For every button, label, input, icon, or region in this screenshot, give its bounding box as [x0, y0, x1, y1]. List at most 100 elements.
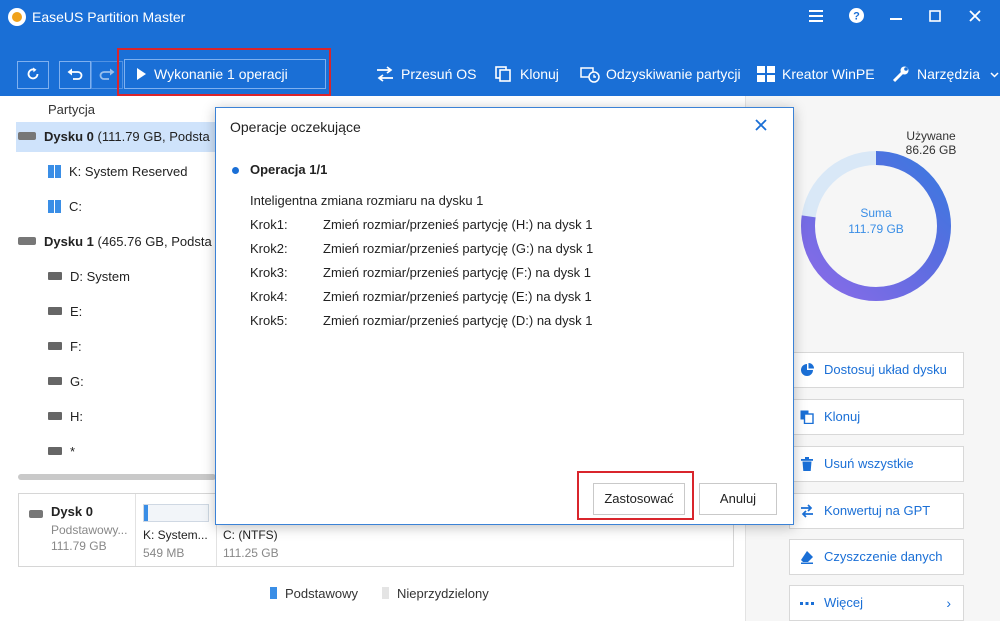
partition-row-d[interactable]: D: System [16, 262, 216, 292]
partition-row-f[interactable]: F: [16, 332, 216, 362]
tools-menu-button[interactable]: Narzędzia [891, 62, 999, 86]
step-text: Zmień rozmiar/przenieś partycję (G:) na … [323, 241, 594, 256]
used-label: Używane [906, 129, 956, 143]
step-text: Zmień rozmiar/przenieś partycję (H:) na … [323, 217, 593, 232]
disk-row-1[interactable]: Dysku 1 (465.76 GB, Podsta [16, 227, 216, 257]
maximize-icon[interactable] [920, 4, 950, 30]
move-os-button[interactable]: Przesuń OS [375, 62, 476, 86]
dialog-close-icon[interactable] [751, 115, 771, 135]
operation-header: Operacja 1/1 [250, 162, 328, 177]
legend-label: Nieprzydzielony [397, 586, 489, 601]
horizontal-scrollbar[interactable] [18, 474, 216, 480]
disk-map-partition-size: 111.25 GB [223, 546, 279, 560]
more-icon [800, 602, 814, 605]
action-label: Klonuj [824, 409, 861, 424]
partition-row-c[interactable]: C: [16, 192, 216, 222]
partition-label: G: [70, 374, 84, 389]
winpe-icon [757, 66, 775, 82]
partition-label: C: [69, 199, 82, 214]
legend-unallocated: Nieprzydzielony [382, 586, 489, 601]
convert-icon [801, 504, 813, 518]
disk-map-name: Dysk 0 [51, 504, 93, 519]
disk-map-size: 111.79 GB [51, 539, 107, 553]
pending-operations-dialog: Operacje oczekujące Operacja 1/1 Intelig… [215, 107, 794, 525]
trash-icon [801, 457, 813, 471]
partition-recovery-button[interactable]: Odzyskiwanie partycji [580, 62, 741, 86]
disk-map-partition-size: 549 MB [143, 546, 185, 560]
clone-icon [800, 410, 814, 424]
menu-icon[interactable] [801, 4, 831, 30]
step-label: Krok2: [250, 241, 288, 256]
partition-row-k[interactable]: K: System Reserved [16, 157, 216, 187]
step-label: Krok1: [250, 217, 288, 232]
windows-icon [48, 165, 61, 178]
partition-icon [48, 307, 62, 315]
disk-row-0[interactable]: Dysku 0 (111.79 GB, Podsta [16, 122, 216, 152]
app-title: EaseUS Partition Master [32, 9, 186, 25]
disk-name: Dysku 1 [44, 234, 94, 249]
clone-icon [495, 66, 511, 82]
partition-icon [48, 447, 62, 455]
disk-map-partition-name: K: System... [143, 528, 208, 542]
clone-toolbar-button[interactable]: Klonuj [494, 62, 559, 86]
clone-action-button[interactable]: Klonuj [789, 399, 964, 435]
partition-icon [48, 377, 62, 385]
step-label: Krok5: [250, 313, 288, 328]
convert-gpt-button[interactable]: Konwertuj na GPT [789, 493, 964, 529]
step-text: Zmień rozmiar/przenieś partycję (D:) na … [323, 313, 593, 328]
partition-label: K: System Reserved [69, 164, 188, 179]
disk-detail: (465.76 GB, Podsta [93, 234, 212, 249]
bullet-icon [232, 167, 239, 174]
title-bar: EaseUS Partition Master ? [0, 0, 1000, 34]
legend-swatch [270, 587, 277, 599]
column-header-partition: Partycja [48, 102, 95, 117]
pie-chart-icon [801, 363, 814, 376]
partition-bar-k[interactable] [143, 504, 209, 522]
winpe-button[interactable]: Kreator WinPE [756, 62, 875, 86]
adjust-layout-button[interactable]: Dostosuj układ dysku [789, 352, 964, 388]
partition-row-unallocated[interactable]: * [16, 437, 216, 467]
delete-all-button[interactable]: Usuń wszystkie [789, 446, 964, 482]
partition-icon [48, 412, 62, 420]
step-label: Krok3: [250, 265, 288, 280]
close-icon[interactable] [960, 4, 990, 30]
step-text: Zmień rozmiar/przenieś partycję (E:) na … [323, 289, 592, 304]
app-logo-icon [8, 8, 26, 26]
svg-text:?: ? [853, 11, 860, 23]
action-label: Dostosuj układ dysku [824, 362, 947, 377]
step-text: Zmień rozmiar/przenieś partycję (F:) na … [323, 265, 592, 280]
partition-label: D: System [70, 269, 130, 284]
wipe-data-button[interactable]: Czyszczenie danych [789, 539, 964, 575]
operation-description: Inteligentna zmiana rozmiaru na dysku 1 [250, 193, 484, 208]
clone-label: Klonuj [520, 66, 559, 82]
chevron-right-icon: › [946, 595, 951, 611]
action-label: Usuń wszystkie [824, 456, 914, 471]
chevron-down-icon [990, 72, 999, 78]
more-button[interactable]: Więcej › [789, 585, 964, 621]
undo-button[interactable] [59, 61, 91, 89]
partition-label: F: [70, 339, 82, 354]
move-os-icon [377, 66, 393, 82]
cancel-button[interactable]: Anuluj [699, 483, 777, 515]
disk-icon [18, 237, 36, 245]
partition-row-g[interactable]: G: [16, 367, 216, 397]
legend-primary: Podstawowy [270, 586, 358, 601]
refresh-button[interactable] [17, 61, 49, 89]
total-value: 111.79 GB [848, 222, 904, 236]
move-os-label: Przesuń OS [401, 66, 477, 82]
disk-name: Dysku 0 [44, 129, 94, 144]
partition-label: H: [70, 409, 83, 424]
disk-icon [29, 510, 43, 518]
apply-highlight-frame [577, 471, 694, 520]
total-label: Suma [860, 206, 892, 220]
partition-label: * [70, 444, 76, 459]
partition-icon [48, 342, 62, 350]
action-label: Czyszczenie danych [824, 549, 943, 564]
partition-recovery-icon [580, 67, 600, 83]
disk-map-partition-name: C: (NTFS) [223, 528, 278, 542]
minimize-icon[interactable] [881, 4, 911, 30]
partition-row-e[interactable]: E: [16, 297, 216, 327]
help-icon[interactable]: ? [841, 4, 871, 30]
winpe-label: Kreator WinPE [782, 66, 875, 82]
partition-row-h[interactable]: H: [16, 402, 216, 432]
